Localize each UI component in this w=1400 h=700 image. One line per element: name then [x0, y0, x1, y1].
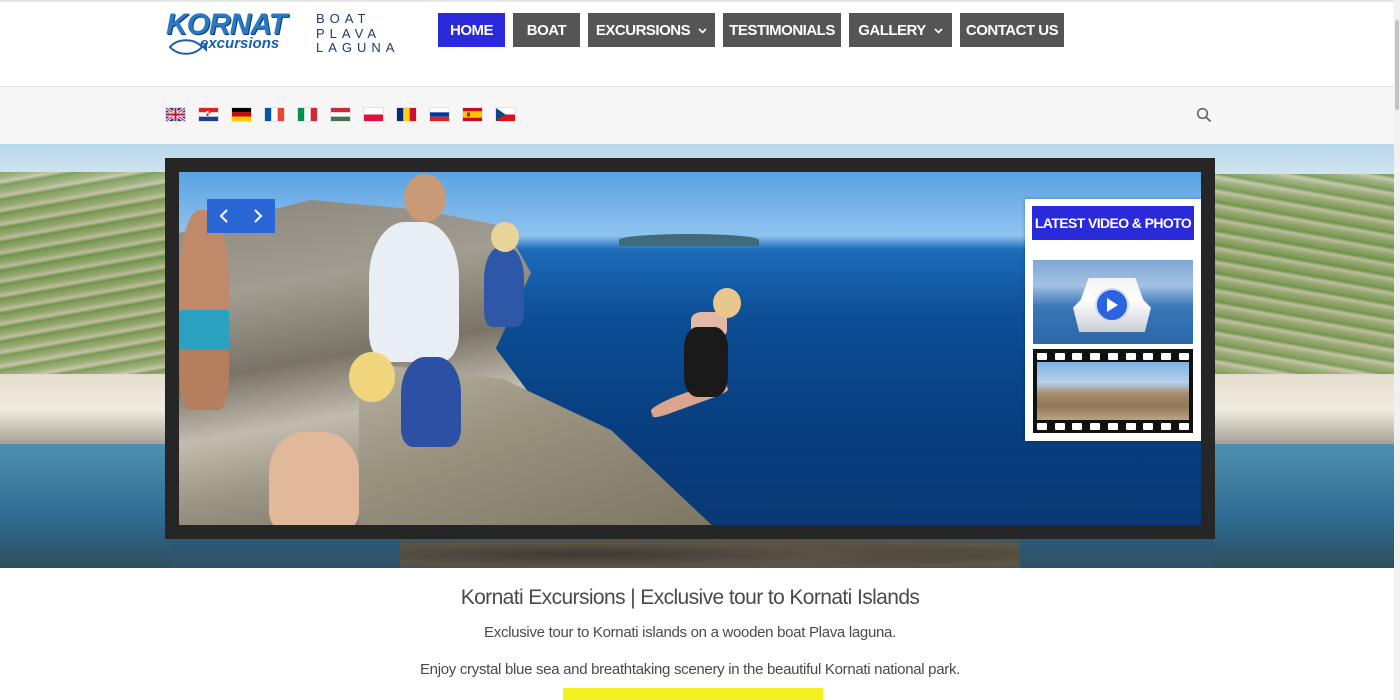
page-scrollbar[interactable] — [1394, 0, 1400, 700]
slider-prev-button[interactable] — [207, 199, 241, 233]
hungarian-flag-icon[interactable] — [331, 108, 350, 121]
latest-video-thumbnail[interactable] — [1033, 260, 1193, 344]
fortress-photo — [1037, 362, 1189, 420]
jumper-figure — [684, 327, 728, 397]
hero-background-water — [1214, 444, 1394, 568]
chevron-left-icon — [219, 209, 228, 223]
logo-boat-name: BOAT PLAVA LAGUNA — [316, 11, 400, 56]
slider-photo: LATEST VIDEO & PHOTO — [179, 172, 1201, 525]
logo-boat-line: BOAT — [316, 11, 371, 26]
italian-flag-icon[interactable] — [298, 108, 317, 121]
chevron-down-icon — [934, 26, 943, 37]
latest-video-photo-button[interactable]: LATEST VIDEO & PHOTO — [1032, 206, 1194, 240]
latest-media-panel: LATEST VIDEO & PHOTO — [1025, 199, 1201, 441]
hero-background-hill — [1204, 174, 1394, 384]
nav-home-label: HOME — [450, 21, 494, 39]
language-flags — [166, 108, 515, 121]
film-strip-icon — [1033, 350, 1193, 362]
jumper-figure — [713, 288, 741, 318]
hero-background-water — [0, 444, 170, 568]
image-slider: LATEST VIDEO & PHOTO — [165, 158, 1215, 539]
nav-testimonials[interactable]: TESTIMONIALS — [723, 13, 841, 47]
romanian-flag-icon[interactable] — [397, 108, 416, 121]
distant-island — [619, 234, 759, 246]
person-figure — [269, 432, 359, 525]
russian-flag-icon[interactable] — [430, 108, 449, 121]
hero-background-hill — [0, 172, 180, 382]
person-figure — [404, 174, 446, 222]
person-figure — [401, 357, 461, 447]
scrollbar-thumb[interactable] — [1395, 20, 1399, 110]
english-flag-icon[interactable] — [166, 108, 185, 121]
phone-highlight-bar — [563, 688, 823, 700]
page-title: Kornati Excursions | Exclusive tour to K… — [460, 586, 920, 609]
czech-flag-icon[interactable] — [496, 108, 515, 121]
site-header: KORNAT excursions BOAT PLAVA LAGUNA HOME… — [0, 2, 1400, 86]
french-flag-icon[interactable] — [265, 108, 284, 121]
person-figure — [369, 222, 459, 362]
german-flag-icon[interactable] — [232, 108, 251, 121]
play-icon[interactable] — [1095, 288, 1129, 322]
nav-home[interactable]: HOME — [438, 13, 505, 47]
person-figure — [349, 352, 395, 402]
logo-boat-line: LAGUNA — [316, 40, 400, 55]
language-bar — [0, 86, 1400, 144]
film-strip-icon — [1033, 420, 1193, 432]
logo-subtitle: excursions — [200, 35, 280, 52]
intro-line: Exclusive tour to Kornati islands on a w… — [484, 624, 896, 641]
slider-next-button[interactable] — [241, 199, 275, 233]
nav-boat[interactable]: BOAT — [513, 13, 580, 47]
intro-line: Enjoy crystal blue sea and breathtaking … — [419, 661, 961, 678]
nav-boat-label: BOAT — [526, 21, 567, 39]
hero-background-beach — [0, 374, 170, 444]
spanish-flag-icon[interactable] — [463, 108, 482, 121]
person-figure — [491, 222, 519, 252]
nav-excursions[interactable]: EXCURSIONS — [588, 13, 715, 47]
hero-banner: LATEST VIDEO & PHOTO — [0, 144, 1394, 568]
chevron-down-icon — [698, 26, 707, 37]
person-figure — [179, 210, 229, 410]
nav-gallery-label: GALLERY — [858, 21, 926, 39]
hero-background-beach — [1214, 374, 1394, 444]
nav-contact-us[interactable]: CONTACT US — [960, 13, 1064, 47]
hero-background-rocks — [400, 534, 1020, 568]
person-figure — [484, 247, 524, 327]
nav-excursions-label: EXCURSIONS — [595, 21, 691, 39]
logo-boat-line: PLAVA — [316, 25, 381, 41]
nav-contact-label: CONTACT US — [965, 21, 1059, 39]
main-navigation: HOME BOAT EXCURSIONS TESTIMONIALS GALLER… — [438, 13, 1072, 47]
latest-photo-thumbnail[interactable] — [1033, 349, 1193, 433]
intro-section: Kornati Excursions | Exclusive tour to K… — [0, 568, 1394, 700]
search-icon[interactable] — [1196, 107, 1212, 123]
site-logo[interactable]: KORNAT excursions BOAT PLAVA LAGUNA — [166, 10, 394, 60]
polish-flag-icon[interactable] — [364, 108, 383, 121]
croatian-flag-icon[interactable] — [199, 108, 218, 121]
nav-gallery[interactable]: GALLERY — [849, 13, 952, 47]
nav-testimonials-label: TESTIMONIALS — [729, 21, 835, 39]
chevron-right-icon — [254, 209, 263, 223]
